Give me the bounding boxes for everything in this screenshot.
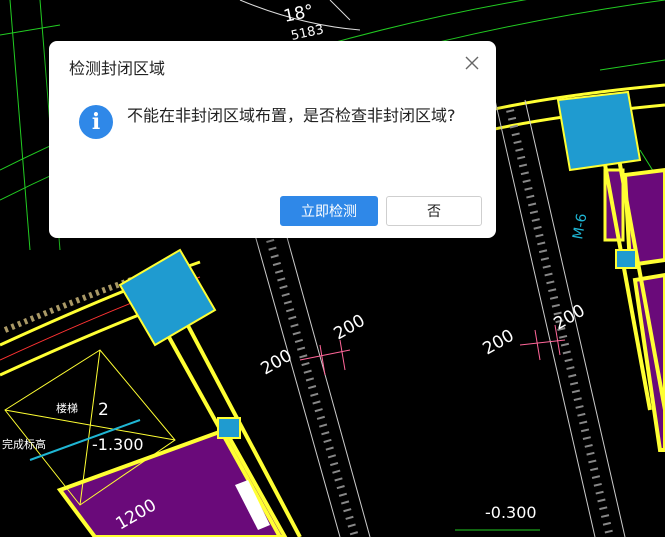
cad-label-side: 完成标高 (2, 437, 46, 451)
cad-label-stair: 楼梯 (56, 401, 78, 415)
close-button[interactable] (462, 53, 482, 73)
cad-label-dim-200-c: 200 (480, 326, 518, 360)
cad-label-elev-2: -0.300 (485, 503, 537, 522)
cad-label-angle: 18° (282, 1, 316, 27)
detect-now-button[interactable]: 立即检测 (280, 196, 378, 226)
info-icon: i (79, 105, 113, 139)
dialog-message: 不能在非封闭区域布置，是否检查非封闭区域? (127, 106, 456, 125)
cad-label-dim-200-b: 200 (331, 311, 369, 345)
dialog-title: 检测封闭区域 (69, 59, 166, 78)
no-button[interactable]: 否 (386, 196, 482, 226)
cad-label-dim-200-a: 200 (258, 346, 296, 380)
cad-label-num-2: 2 (98, 400, 109, 420)
hatched-strip-left (254, 229, 371, 537)
cad-label-side-mark: M-6 (570, 212, 590, 241)
close-icon (465, 56, 479, 70)
white-line-top (329, 0, 351, 21)
cad-label-elev-1: -1.300 (92, 435, 144, 454)
detect-closed-area-dialog: 检测封闭区域 i 不能在非封闭区域布置，是否检查非封闭区域? 立即检测 否 (49, 41, 496, 238)
